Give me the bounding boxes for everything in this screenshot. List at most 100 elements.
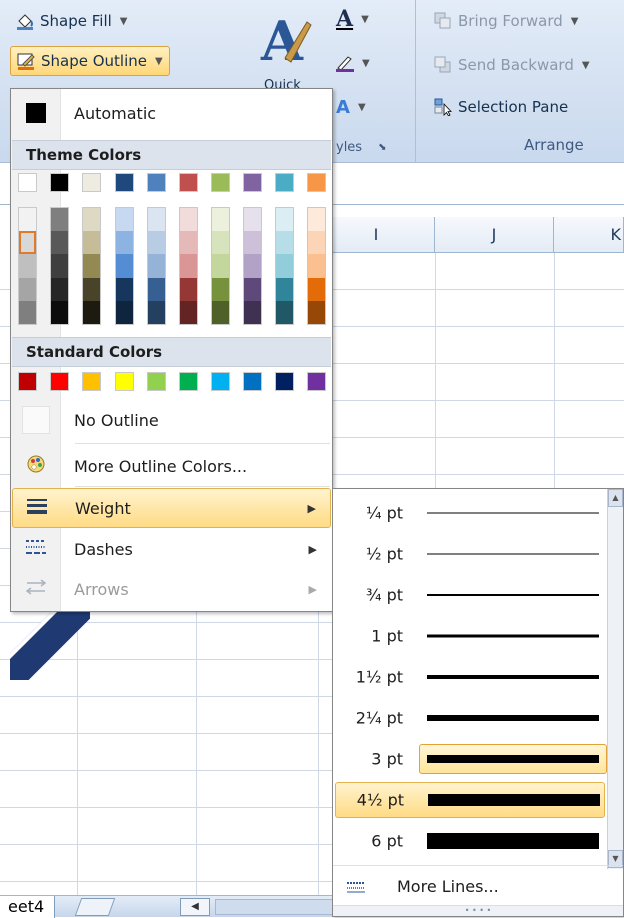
theme-shade-swatch[interactable] [148, 277, 165, 301]
theme-shade-swatch[interactable] [116, 277, 133, 301]
standard-color-swatch[interactable] [307, 372, 326, 391]
theme-shade-swatch[interactable] [276, 231, 293, 255]
theme-shade-swatch[interactable] [116, 300, 133, 325]
theme-shade-swatch[interactable] [19, 254, 36, 278]
theme-shade-swatch[interactable] [308, 300, 325, 325]
send-backward-button[interactable]: Send Backward ▼ [428, 52, 596, 78]
standard-color-swatch[interactable] [275, 372, 294, 391]
theme-shade-swatch[interactable] [180, 231, 197, 255]
theme-shade-swatch[interactable] [51, 231, 68, 255]
shape-fill-button[interactable]: Shape Fill ▼ [10, 8, 133, 34]
standard-color-swatch[interactable] [211, 372, 230, 391]
insert-worksheet-icon[interactable] [74, 898, 116, 916]
theme-shade-swatch[interactable] [212, 277, 229, 301]
theme-shade-swatch[interactable] [244, 277, 261, 301]
no-outline-item[interactable]: No Outline [12, 400, 331, 440]
theme-shade-swatch[interactable] [19, 208, 36, 232]
theme-shade-swatch[interactable] [308, 231, 325, 255]
theme-color-swatch[interactable] [50, 173, 69, 192]
theme-color-swatch[interactable] [243, 173, 262, 192]
theme-shade-swatch[interactable] [244, 208, 261, 232]
weight-option[interactable]: 6 pt [335, 823, 605, 859]
standard-color-swatch[interactable] [82, 372, 101, 391]
theme-shade-swatch[interactable] [19, 277, 36, 301]
theme-shade-swatch[interactable] [180, 208, 197, 232]
weight-option[interactable]: 3 pt [335, 741, 607, 777]
automatic-color-item[interactable]: Automatic [12, 93, 331, 133]
selected-shape[interactable] [10, 600, 90, 680]
theme-shade-swatch[interactable] [244, 231, 261, 255]
standard-color-swatch[interactable] [179, 372, 198, 391]
theme-shade-swatch[interactable] [148, 254, 165, 278]
theme-shade-swatch[interactable] [148, 300, 165, 325]
theme-shade-swatch[interactable] [19, 300, 36, 325]
theme-shade-swatch[interactable] [212, 254, 229, 278]
text-outline-button[interactable]: ▼ [330, 50, 376, 76]
theme-shade-swatch[interactable] [116, 254, 133, 278]
theme-shade-swatch[interactable] [308, 277, 325, 301]
theme-shade-swatch[interactable] [83, 277, 100, 301]
dialog-launcher-icon[interactable]: ⬊ [378, 142, 386, 153]
scroll-up-icon[interactable]: ▲ [608, 489, 623, 507]
arrows-item[interactable]: Arrows ▶ [12, 569, 331, 609]
theme-shade-swatch[interactable] [276, 300, 293, 325]
theme-shade-swatch[interactable] [212, 208, 229, 232]
more-lines-item[interactable]: More Lines... [333, 865, 623, 907]
standard-color-swatch[interactable] [115, 372, 134, 391]
text-fill-button[interactable]: A ▼ [330, 6, 375, 32]
column-header-k[interactable]: K [554, 217, 624, 253]
weight-option[interactable]: 1 pt [335, 618, 605, 654]
weight-option[interactable]: ¼ pt [335, 495, 605, 531]
theme-shade-swatch[interactable] [116, 231, 133, 255]
resize-grip-icon[interactable]: • • • • [333, 905, 623, 916]
column-header-i[interactable]: I [318, 217, 435, 253]
standard-color-swatch[interactable] [50, 372, 69, 391]
weight-option[interactable]: 2¼ pt [335, 700, 605, 736]
theme-shade-swatch[interactable] [83, 300, 100, 325]
theme-shade-swatch[interactable] [212, 231, 229, 255]
text-effects-button[interactable]: A ▼ [330, 94, 372, 120]
theme-shade-swatch[interactable] [83, 208, 100, 232]
theme-color-swatch[interactable] [211, 173, 230, 192]
bring-forward-button[interactable]: Bring Forward ▼ [428, 8, 584, 34]
theme-shade-swatch[interactable] [180, 300, 197, 325]
standard-color-swatch[interactable] [243, 372, 262, 391]
more-outline-colors-item[interactable]: More Outline Colors... [12, 446, 331, 486]
theme-shade-swatch[interactable] [51, 208, 68, 232]
theme-shade-swatch[interactable] [308, 254, 325, 278]
theme-color-swatch[interactable] [307, 173, 326, 192]
weight-option[interactable]: ½ pt [335, 536, 605, 572]
theme-shade-swatch[interactable] [148, 231, 165, 255]
theme-color-swatch[interactable] [275, 173, 294, 192]
theme-shade-swatch[interactable] [276, 254, 293, 278]
dashes-item[interactable]: Dashes ▶ [12, 529, 331, 569]
theme-shade-swatch[interactable] [51, 254, 68, 278]
standard-color-swatch[interactable] [18, 372, 37, 391]
weight-item[interactable]: Weight ▶ [12, 488, 331, 528]
standard-color-swatch[interactable] [147, 372, 166, 391]
column-header-j[interactable]: J [435, 217, 554, 253]
weight-option[interactable]: 1½ pt [335, 659, 605, 695]
theme-color-swatch[interactable] [147, 173, 166, 192]
theme-shade-swatch[interactable] [116, 208, 133, 232]
theme-shade-swatch[interactable] [212, 300, 229, 325]
selection-pane-button[interactable]: Selection Pane [428, 94, 574, 120]
theme-shade-swatch[interactable] [51, 300, 68, 325]
shape-outline-button[interactable]: Shape Outline ▼ [10, 46, 170, 76]
theme-shade-swatch[interactable] [83, 231, 100, 255]
theme-shade-swatch[interactable] [83, 254, 100, 278]
theme-shade-swatch[interactable] [276, 277, 293, 301]
theme-shade-swatch[interactable] [180, 254, 197, 278]
weight-option[interactable]: ¾ pt [335, 577, 605, 613]
weight-option[interactable]: 4½ pt [335, 782, 605, 818]
scroll-left-icon[interactable]: ◀ [180, 898, 210, 916]
theme-shade-swatch[interactable] [244, 300, 261, 325]
weight-submenu-scrollbar[interactable]: ▲ ▼ [607, 489, 623, 869]
theme-shade-swatch[interactable] [148, 208, 165, 232]
theme-shade-swatch[interactable] [308, 208, 325, 232]
sheet-tab[interactable]: eet4 [0, 896, 56, 918]
theme-shade-swatch[interactable] [276, 208, 293, 232]
theme-shade-swatch[interactable] [51, 277, 68, 301]
theme-shade-swatch[interactable] [244, 254, 261, 278]
theme-color-swatch[interactable] [179, 173, 198, 192]
